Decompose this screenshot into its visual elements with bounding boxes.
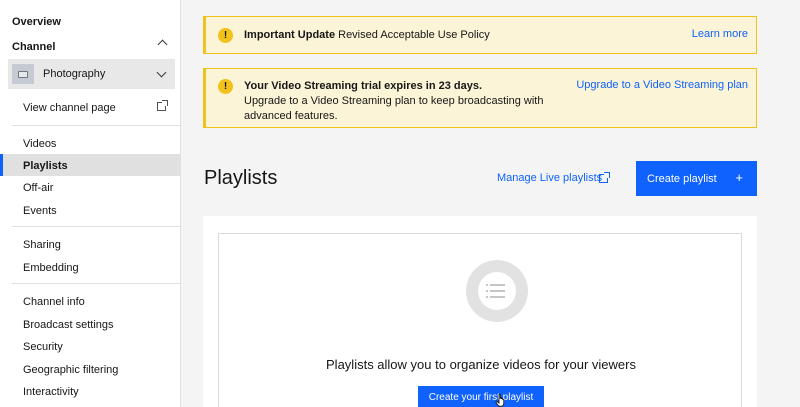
hand-cursor-icon [495, 393, 505, 407]
manage-live-playlists-link[interactable]: Manage Live playlists [497, 172, 602, 184]
trial-expiry-banner: ! Your Video Streaming trial expires in … [203, 68, 757, 128]
view-channel-page-link[interactable]: View channel page [0, 101, 181, 115]
create-first-playlist-button[interactable]: Create your first playlist [418, 386, 544, 407]
channel-select[interactable]: Photography [8, 59, 175, 89]
policy-update-banner: ! Important Update Revised Acceptable Us… [203, 16, 757, 54]
sidebar-item-interactivity[interactable]: Interactivity [0, 385, 181, 399]
sidebar-item-broadcast-settings[interactable]: Broadcast settings [0, 318, 181, 332]
learn-more-link[interactable]: Learn more [692, 28, 748, 40]
list-icon [478, 272, 516, 310]
create-playlist-button[interactable]: Create playlist + [636, 161, 757, 196]
divider [12, 226, 181, 227]
banner-text: Your Video Streaming trial expires in 23… [244, 79, 584, 124]
monitor-icon [18, 70, 28, 78]
list-line [490, 296, 505, 298]
page-title: Playlists [204, 167, 278, 189]
external-link-icon [157, 100, 168, 111]
sidebar-item-events[interactable]: Events [0, 204, 181, 218]
warning-icon: ! [218, 28, 233, 43]
sidebar-overview-link[interactable]: Overview [12, 16, 61, 28]
list-bullet [486, 284, 488, 286]
sidebar-item-videos[interactable]: Videos [0, 137, 181, 151]
sidebar-item-channel-info[interactable]: Channel info [0, 295, 181, 309]
upgrade-plan-link[interactable]: Upgrade to a Video Streaming plan [576, 79, 748, 91]
sidebar-item-playlists[interactable]: Playlists [0, 159, 181, 173]
channel-select-value: Photography [43, 68, 106, 80]
sidebar-item-security[interactable]: Security [0, 340, 181, 354]
divider [12, 125, 181, 126]
create-playlist-label: Create playlist [647, 172, 717, 185]
sidebar-item-sharing[interactable]: Sharing [0, 238, 181, 252]
list-line [490, 290, 505, 292]
chevron-up-icon[interactable] [157, 39, 168, 50]
divider [12, 283, 181, 284]
banner-message: Revised Acceptable Use Policy [338, 29, 490, 41]
list-line [490, 284, 505, 286]
sidebar-item-embedding[interactable]: Embedding [0, 261, 181, 275]
list-bullet [486, 290, 488, 292]
sidebar-item-geographic-filtering[interactable]: Geographic filtering [0, 363, 181, 377]
banner-message: Upgrade to a Video Streaming plan to kee… [244, 95, 544, 122]
playlist-empty-icon [466, 260, 528, 322]
banner-text: Important Update Revised Acceptable Use … [244, 28, 490, 43]
warning-icon: ! [218, 79, 233, 94]
banner-title: Important Update [244, 29, 336, 41]
banner-title: Your Video Streaming trial expires in 23… [244, 80, 483, 92]
plus-icon: + [735, 170, 743, 185]
sidebar: Overview Channel Photography View channe… [0, 0, 181, 407]
channel-heading[interactable]: Channel [12, 41, 55, 53]
empty-state: Playlists allow you to organize videos f… [218, 233, 742, 407]
empty-state-message: Playlists allow you to organize videos f… [326, 357, 636, 372]
sidebar-item-off-air[interactable]: Off-air [0, 181, 181, 195]
chevron-down-icon [156, 67, 167, 78]
list-bullet [486, 296, 488, 298]
external-link-icon[interactable] [599, 172, 610, 183]
playlists-card: Playlists allow you to organize videos f… [203, 216, 757, 407]
channel-thumbnail [12, 64, 34, 84]
